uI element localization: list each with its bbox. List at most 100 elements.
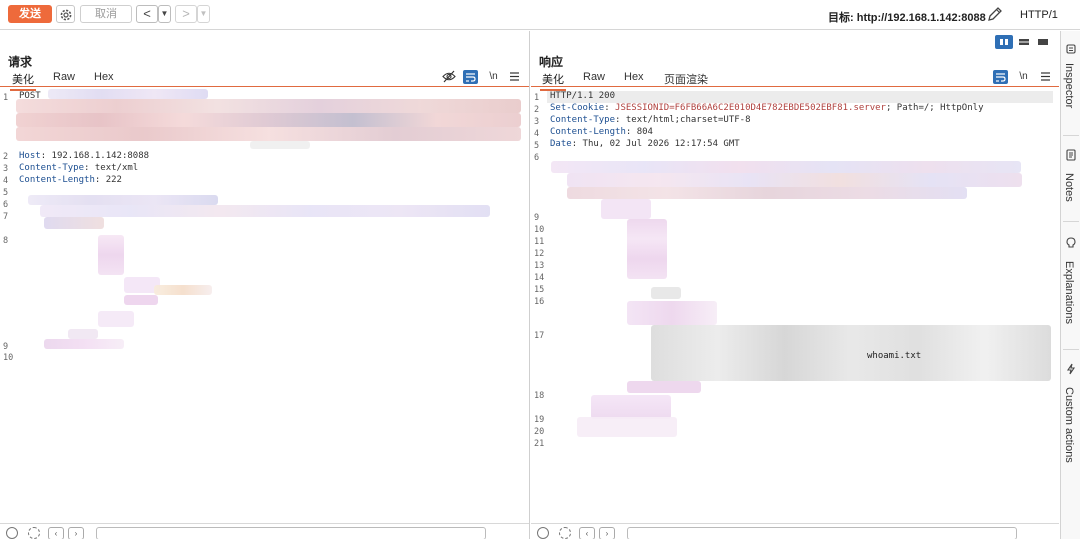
header-name: Set-Cookie xyxy=(550,103,605,113)
line-number: 5 xyxy=(3,188,9,198)
line-number: 8 xyxy=(3,236,9,246)
line-number: 3 xyxy=(534,117,540,127)
line-number: 17 xyxy=(534,331,545,341)
settings-button[interactable] xyxy=(56,5,75,23)
tab-hex[interactable]: Hex xyxy=(94,71,114,83)
sidebar-label: Inspector xyxy=(1063,63,1075,109)
layout-stacked-toggle[interactable] xyxy=(1015,35,1033,49)
header-value: text/html;charset=UTF-8 xyxy=(620,115,751,125)
current-line-highlight xyxy=(547,91,1053,103)
menu-icon[interactable] xyxy=(509,72,520,81)
rows-icon xyxy=(1019,39,1029,45)
line-number: 10 xyxy=(534,225,545,235)
redacted-area xyxy=(98,235,124,275)
line-number: 1 xyxy=(534,93,540,103)
protocol-selector[interactable]: HTTP/1 xyxy=(1020,9,1058,21)
redacted-area xyxy=(250,141,310,149)
tab-raw[interactable]: Raw xyxy=(53,71,75,83)
header-name: Date xyxy=(550,139,572,149)
tab-pretty[interactable]: 美化 xyxy=(540,71,566,91)
wrap-toggle[interactable] xyxy=(463,70,478,84)
redacted-area xyxy=(40,205,490,217)
line-number: 13 xyxy=(534,261,545,271)
cancel-button[interactable]: 取消 xyxy=(80,5,132,23)
header-name: Content-Type xyxy=(550,115,616,125)
request-editor[interactable]: 1 2 3 4 5 6 7 8 9 10 POST Host: 192.168.… xyxy=(0,89,529,521)
gear-icon[interactable] xyxy=(28,527,40,539)
header-line: Host: 192.168.1.142:8088 xyxy=(19,151,150,161)
redacted-area xyxy=(567,173,1022,187)
layout-side-by-side-toggle[interactable] xyxy=(995,35,1013,49)
redacted-area xyxy=(577,417,677,437)
sidebar-item-notes[interactable]: Notes xyxy=(1061,145,1080,215)
line-number: 21 xyxy=(534,439,545,449)
line-number: 2 xyxy=(3,152,9,162)
line-number: 3 xyxy=(3,164,9,174)
eye-off-icon[interactable] xyxy=(442,70,456,83)
redacted-area xyxy=(651,325,1051,381)
newline-toggle[interactable]: \n xyxy=(486,70,501,84)
pencil-icon[interactable] xyxy=(986,6,1003,23)
redacted-area xyxy=(627,301,717,325)
header-name: Content-Length xyxy=(550,127,626,137)
request-search-bar: ‹ › xyxy=(0,523,529,539)
forward-button[interactable]: > xyxy=(175,5,197,23)
back-button[interactable]: < xyxy=(136,5,158,23)
single-pane-icon xyxy=(1038,39,1048,45)
help-icon[interactable] xyxy=(537,527,549,539)
lightbulb-icon xyxy=(1066,237,1076,248)
redacted-area xyxy=(154,285,212,295)
target-label: 目标: http://192.168.1.142:8088 xyxy=(828,12,986,24)
inspector-icon xyxy=(1066,44,1076,54)
cookie-value: JSESSIONID=F6FB66A6C2E010D4E782EBDE502EB… xyxy=(609,103,886,113)
header-value: Thu, 02 Jul 2026 12:17:54 GMT xyxy=(577,139,740,149)
redacted-area xyxy=(651,287,681,299)
request-line-numbers: 1 2 3 4 5 6 7 8 9 10 xyxy=(0,89,16,521)
redacted-area xyxy=(16,127,521,141)
header-value: 192.168.1.142:8088 xyxy=(46,151,150,161)
request-pane: 请求 美化 Raw Hex \n 1 2 3 4 5 6 7 8 9 10 PO… xyxy=(0,31,530,539)
line-number: 12 xyxy=(534,249,545,259)
gear-icon[interactable] xyxy=(559,527,571,539)
next-match-button[interactable]: › xyxy=(599,527,615,539)
redacted-area xyxy=(601,199,651,219)
back-dropdown-button[interactable]: ▼ xyxy=(158,5,171,23)
redacted-area xyxy=(567,187,967,199)
next-match-button[interactable]: › xyxy=(68,527,84,539)
header-name: Host xyxy=(19,151,41,161)
redacted-area xyxy=(627,219,667,279)
newline-toggle[interactable]: \n xyxy=(1016,70,1031,84)
tab-hex[interactable]: Hex xyxy=(624,71,644,83)
layout-single-toggle[interactable] xyxy=(1034,35,1052,49)
tab-pretty[interactable]: 美化 xyxy=(10,71,36,91)
menu-icon[interactable] xyxy=(1040,72,1051,81)
search-input[interactable] xyxy=(627,527,1017,539)
header-name: Content-Type xyxy=(19,163,85,173)
send-button[interactable]: 发送 xyxy=(8,5,52,23)
forward-dropdown-button[interactable]: ▼ xyxy=(197,5,210,23)
sidebar-label: Notes xyxy=(1063,173,1075,202)
search-input[interactable] xyxy=(96,527,486,539)
wrap-toggle[interactable] xyxy=(993,70,1008,84)
divider xyxy=(1063,349,1079,350)
tab-raw[interactable]: Raw xyxy=(583,71,605,83)
tab-render[interactable]: 页面渲染 xyxy=(664,71,708,87)
response-editor[interactable]: 1 2 3 4 5 6 9 10 11 12 13 14 15 16 17 18… xyxy=(531,89,1059,521)
line-number: 15 xyxy=(534,285,545,295)
previous-match-button[interactable]: ‹ xyxy=(48,527,64,539)
previous-match-button[interactable]: ‹ xyxy=(579,527,595,539)
sidebar-item-inspector[interactable]: Inspector xyxy=(1061,41,1080,131)
sidebar-item-explanations[interactable]: Explanations xyxy=(1061,231,1080,341)
sidebar-label: Explanations xyxy=(1063,261,1075,324)
redacted-area xyxy=(591,395,671,419)
redacted-area xyxy=(124,295,158,305)
request-title: 请求 xyxy=(8,55,33,69)
header-line: Set-Cookie: JSESSIONID=F6FB66A6C2E010D4E… xyxy=(550,103,984,113)
line-number: 14 xyxy=(534,273,545,283)
notes-icon xyxy=(1066,149,1076,161)
redacted-area xyxy=(28,195,218,205)
help-icon[interactable] xyxy=(6,527,18,539)
redacted-area xyxy=(551,161,1021,173)
sidebar-item-custom-actions[interactable]: Custom actions xyxy=(1061,359,1080,479)
lightning-icon xyxy=(1066,363,1076,375)
